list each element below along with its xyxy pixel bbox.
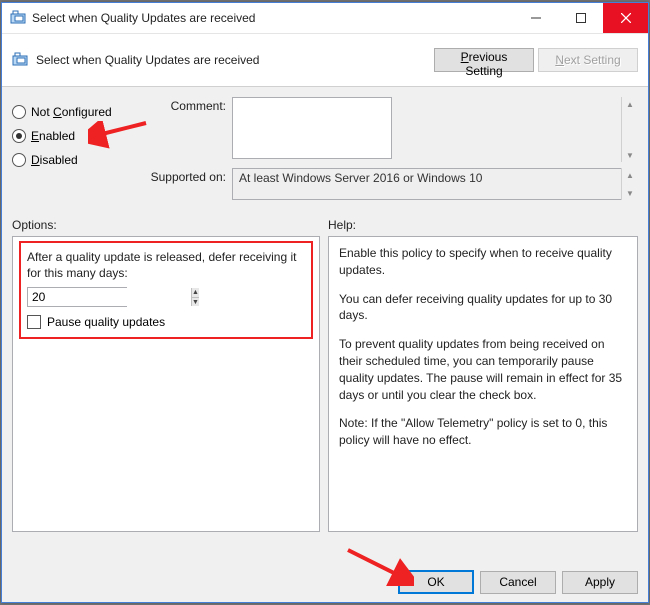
- options-pane: After a quality update is released, defe…: [12, 236, 320, 532]
- maximize-button[interactable]: [558, 3, 603, 33]
- minimize-button[interactable]: [513, 3, 558, 33]
- options-heading: Options:: [12, 218, 57, 232]
- policy-title: Select when Quality Updates are received: [36, 53, 430, 67]
- radio-dot-icon: [12, 129, 26, 143]
- comment-scrollbar[interactable]: ▲ ▼: [621, 97, 638, 162]
- defer-days-input[interactable]: [28, 288, 191, 306]
- defer-days-label: After a quality update is released, defe…: [27, 249, 305, 281]
- next-setting-button: Next Setting: [538, 48, 638, 72]
- fields-column: Comment: ▲ ▼ Supported on: At least Wind…: [142, 97, 638, 206]
- window-controls: [513, 3, 648, 33]
- policy-icon: [12, 52, 28, 68]
- radio-not-configured[interactable]: Not Configured: [12, 105, 142, 119]
- scroll-up-icon[interactable]: ▲: [622, 97, 638, 111]
- window-title: Select when Quality Updates are received: [32, 11, 513, 25]
- state-radio-group: Not Configured Enabled Disabled: [12, 97, 142, 206]
- section-labels: Options: Help:: [12, 218, 638, 232]
- dialog-body: Not Configured Enabled Disabled Comment: [2, 87, 648, 562]
- pause-updates-label: Pause quality updates: [47, 315, 165, 329]
- close-button[interactable]: [603, 3, 648, 33]
- scroll-down-icon: ▼: [622, 186, 638, 200]
- ok-button[interactable]: OK: [398, 570, 474, 594]
- middle-panes: After a quality update is released, defe…: [12, 236, 638, 556]
- supported-on-value: At least Windows Server 2016 or Windows …: [232, 168, 638, 200]
- help-text: Enable this policy to specify when to re…: [339, 245, 627, 449]
- app-icon: [10, 10, 26, 26]
- cancel-button[interactable]: Cancel: [480, 571, 556, 594]
- header-bar: Select when Quality Updates are received…: [2, 34, 648, 87]
- radio-enabled[interactable]: Enabled: [12, 129, 142, 143]
- scroll-up-icon: ▲: [622, 168, 638, 182]
- comment-textarea[interactable]: [232, 97, 392, 159]
- supported-scrollbar: ▲ ▼: [621, 168, 638, 200]
- help-pane: Enable this policy to specify when to re…: [328, 236, 638, 532]
- previous-setting-button[interactable]: Previous Setting: [434, 48, 534, 72]
- radio-disabled[interactable]: Disabled: [12, 153, 142, 167]
- dialog-footer: OK Cancel Apply: [2, 562, 648, 602]
- annotation-red-box: After a quality update is released, defe…: [19, 241, 313, 339]
- supported-on-label: Supported on:: [142, 168, 232, 200]
- comment-label: Comment:: [142, 97, 232, 162]
- radio-dot-icon: [12, 105, 26, 119]
- dialog-window: Select when Quality Updates are received…: [1, 2, 649, 603]
- spin-up-icon[interactable]: ▲: [192, 288, 199, 298]
- defer-days-spinner[interactable]: ▲ ▼: [27, 287, 127, 307]
- apply-button[interactable]: Apply: [562, 571, 638, 594]
- radio-dot-icon: [12, 153, 26, 167]
- titlebar: Select when Quality Updates are received: [2, 3, 648, 34]
- checkbox-icon: [27, 315, 41, 329]
- top-section: Not Configured Enabled Disabled Comment: [12, 97, 638, 206]
- help-heading: Help:: [328, 218, 356, 232]
- spin-down-icon[interactable]: ▼: [192, 298, 199, 307]
- pause-updates-checkbox[interactable]: Pause quality updates: [27, 315, 305, 329]
- scroll-down-icon[interactable]: ▼: [622, 148, 638, 162]
